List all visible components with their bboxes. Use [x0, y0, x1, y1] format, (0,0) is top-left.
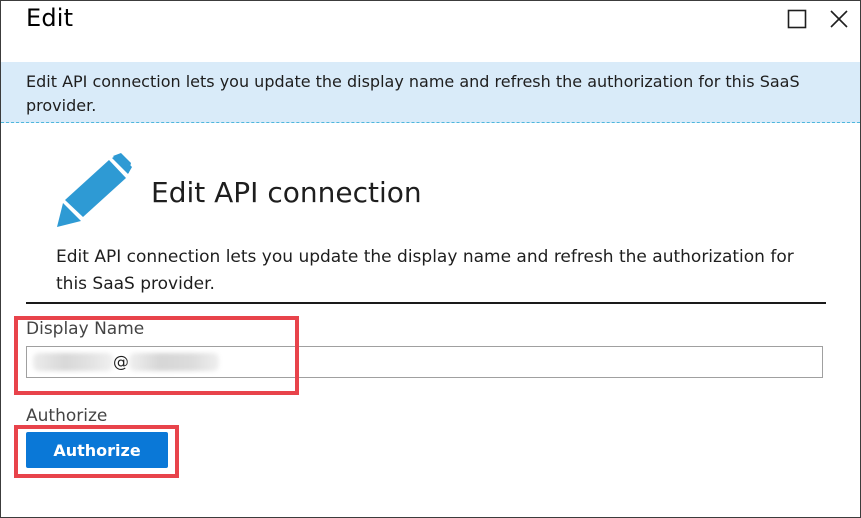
- pencil-icon: [57, 153, 132, 227]
- section-description: Edit API connection lets you update the …: [56, 247, 794, 294]
- section-heading: Edit API connection: [151, 176, 422, 209]
- display-name-label: Display Name: [26, 319, 145, 339]
- blade-title: Edit: [26, 4, 74, 32]
- maximize-button[interactable]: [786, 8, 808, 30]
- authorize-label: Authorize: [26, 406, 108, 426]
- close-button[interactable]: [828, 8, 850, 30]
- email-at-sign: @: [113, 352, 129, 371]
- redacted-text: [33, 353, 113, 371]
- close-icon: [830, 10, 848, 28]
- info-banner: Edit API connection lets you update the …: [1, 62, 860, 123]
- redacted-text: [129, 353, 219, 371]
- display-name-input[interactable]: @: [26, 346, 823, 378]
- info-banner-text: Edit API connection lets you update the …: [26, 72, 800, 115]
- authorize-button[interactable]: Authorize: [26, 432, 168, 468]
- edit-blade: Edit Edit API connection lets you update…: [0, 0, 861, 518]
- section-divider: [26, 302, 826, 304]
- maximize-icon: [787, 9, 807, 29]
